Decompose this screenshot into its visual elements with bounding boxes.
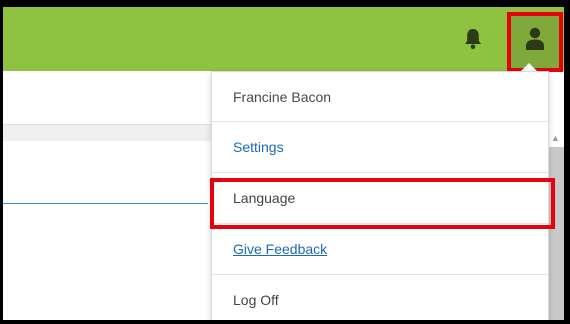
app-window: ▲ Francine Bacon Settings Language Give …: [0, 0, 570, 324]
scroll-up-arrow-icon[interactable]: ▲: [551, 133, 560, 143]
menu-item-language[interactable]: Language: [212, 173, 548, 224]
top-bar: [3, 7, 564, 72]
scrollbar-thumb[interactable]: [549, 147, 564, 320]
menu-caret: [521, 63, 537, 71]
user-dropdown-menu: Francine Bacon Settings Language Give Fe…: [211, 71, 549, 320]
bell-icon[interactable]: [464, 28, 482, 50]
menu-item-log-off[interactable]: Log Off: [212, 275, 548, 320]
menu-item-give-feedback[interactable]: Give Feedback: [212, 224, 548, 275]
menu-user-name: Francine Bacon: [212, 72, 548, 122]
user-icon: [526, 27, 544, 50]
input-underline: [3, 203, 208, 204]
content-strip: [3, 125, 223, 141]
menu-item-settings[interactable]: Settings: [212, 122, 548, 173]
